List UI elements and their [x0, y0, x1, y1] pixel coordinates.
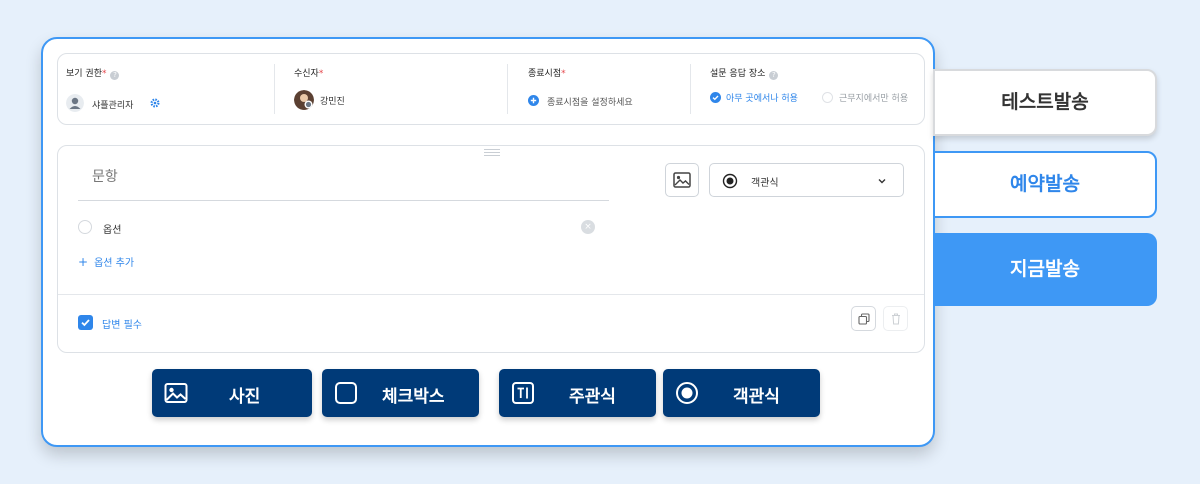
copy-question-button[interactable]	[851, 306, 876, 331]
required-label[interactable]: 답변 필수	[102, 316, 142, 331]
trash-icon	[892, 313, 900, 325]
question-type-value: 객관식	[751, 178, 779, 189]
image-icon	[673, 172, 691, 188]
objective-label: 객관식	[733, 387, 780, 407]
subjective-label: 주관식	[569, 387, 616, 407]
add-image-button[interactable]	[665, 163, 699, 197]
checkbox-label: 체크박스	[382, 387, 445, 407]
add-option-button[interactable]: + 옵션 추가	[78, 254, 134, 269]
send-now-button[interactable]: 지금발송	[933, 233, 1157, 306]
recipient-avatar[interactable]	[294, 90, 314, 110]
end-time-set-button[interactable]: 종료시점을 설정하세요	[528, 94, 678, 108]
delete-question-button[interactable]	[883, 306, 908, 331]
checkbox-icon	[335, 382, 357, 404]
image-icon	[164, 383, 188, 403]
add-checkbox-question-button[interactable]: 체크박스	[322, 369, 479, 417]
gear-icon[interactable]	[150, 98, 160, 108]
radio-work-only[interactable]: 근무지에서만 허용	[822, 91, 922, 105]
recipient-user: 강민진	[320, 97, 345, 107]
question-type-select[interactable]: 객관식	[709, 163, 904, 197]
end-time-placeholder: 종료시점을 설정하세요	[547, 98, 633, 108]
divider	[690, 64, 691, 114]
remove-option-icon[interactable]: ×	[581, 220, 595, 234]
end-time-label: 종료시점*	[528, 69, 566, 79]
radio-unchecked-icon	[822, 92, 833, 103]
question-card: 문항 객관식 옵션 × + 옵션 추가 답변 필수	[57, 145, 925, 353]
radio-anywhere[interactable]: 아무 곳에서나 허용	[710, 91, 810, 105]
survey-editor-card: 보기 권한*? 샤플관리자 수신자* 강민진 종료시점* 종료시점을 설정하세요…	[41, 37, 935, 447]
option-label[interactable]: 옵션	[103, 221, 121, 236]
option-work-only-label: 근무지에서만 허용	[839, 94, 909, 104]
view-permission-section: 보기 권한*? 샤플관리자	[66, 54, 266, 124]
photo-label: 사진	[229, 387, 261, 407]
radio-icon	[676, 382, 698, 404]
recipient-label: 수신자*	[294, 69, 324, 79]
add-objective-question-button[interactable]: 객관식	[663, 369, 820, 417]
required-checkbox[interactable]	[78, 315, 93, 330]
question-title-underline	[78, 200, 609, 201]
question-title-input[interactable]: 문항	[92, 166, 118, 186]
view-permission-label: 보기 권한*?	[66, 66, 120, 80]
option-anywhere-label: 아무 곳에서나 허용	[726, 94, 798, 104]
radio-checked-icon	[710, 92, 721, 103]
reserve-send-button[interactable]: 예약발송	[933, 151, 1157, 218]
option-radio[interactable]	[78, 220, 92, 234]
add-photo-question-button[interactable]: 사진	[152, 369, 312, 417]
recipient-section: 수신자* 강민진	[294, 54, 494, 124]
check-icon	[81, 319, 90, 327]
help-icon[interactable]: ?	[769, 71, 779, 80]
divider	[507, 64, 508, 114]
survey-settings-bar: 보기 권한*? 샤플관리자 수신자* 강민진 종료시점* 종료시점을 설정하세요…	[57, 53, 925, 125]
user-avatar	[66, 94, 84, 112]
add-subjective-question-button[interactable]: 주관식	[499, 369, 656, 417]
copy-icon	[858, 313, 870, 325]
view-permission-user: 샤플관리자	[92, 101, 134, 111]
help-icon[interactable]: ?	[110, 71, 120, 80]
end-time-section: 종료시점* 종료시점을 설정하세요	[528, 54, 688, 124]
test-send-button[interactable]: 테스트발송	[933, 69, 1157, 136]
drag-handle-icon[interactable]	[484, 147, 500, 156]
plus-circle-icon	[528, 95, 539, 106]
divider	[274, 64, 275, 114]
chevron-down-icon	[878, 179, 886, 184]
plus-icon: +	[78, 255, 89, 269]
response-place-label: 설문 응답 장소?	[710, 66, 779, 80]
radio-icon	[722, 173, 738, 189]
text-input-icon	[512, 382, 534, 404]
response-place-section: 설문 응답 장소? 아무 곳에서나 허용 근무지에서만 허용	[710, 54, 925, 124]
divider	[58, 294, 924, 295]
